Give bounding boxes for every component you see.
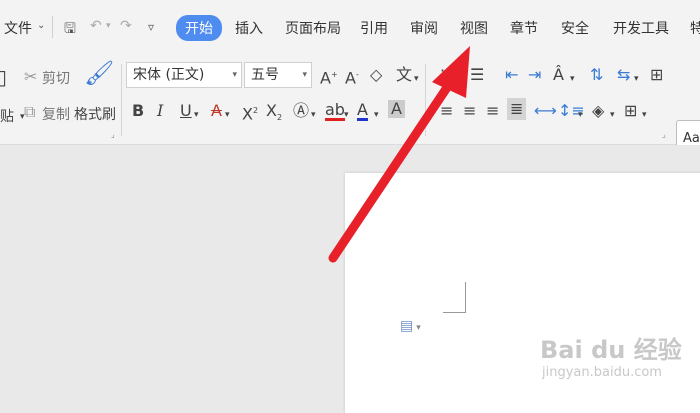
- annotation-arrow: [328, 46, 470, 263]
- arrow-shaft: [328, 75, 457, 263]
- arrow-head: [432, 46, 470, 98]
